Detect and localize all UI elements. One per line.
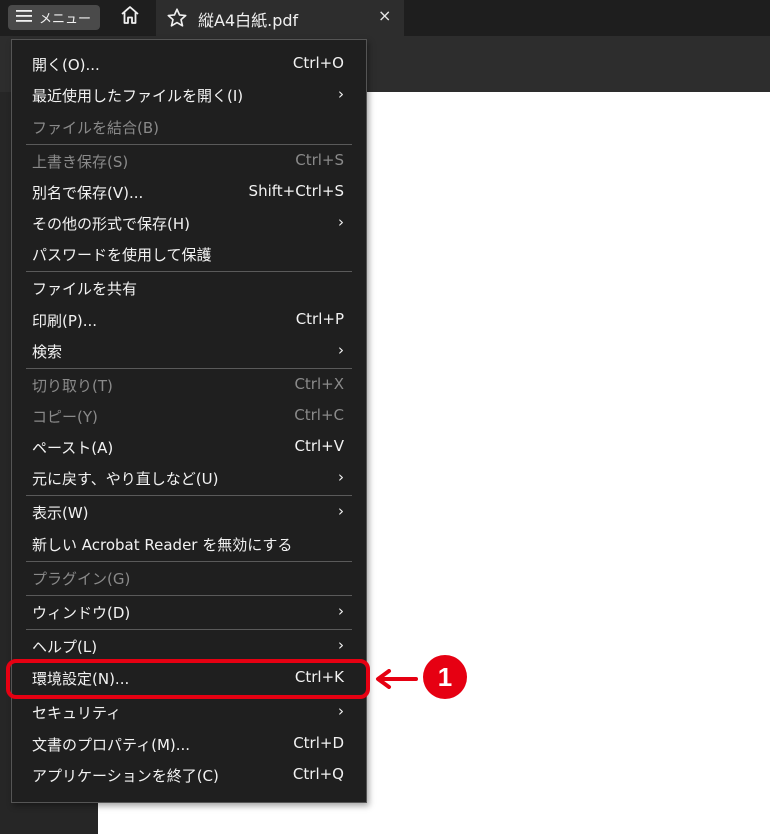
menu-item-exit-application[interactable]: アプリケーションを終了(C) Ctrl+Q bbox=[12, 760, 366, 790]
menu-item-password-protect[interactable]: パスワードを使用して保護 bbox=[12, 239, 366, 269]
menu-item-recent-files[interactable]: 最近使用したファイルを開く(I) › bbox=[12, 80, 366, 110]
preferences-highlight-box bbox=[6, 659, 370, 699]
menu-item-share-file[interactable]: ファイルを共有 bbox=[12, 273, 366, 303]
menu-button-label: メニュー bbox=[39, 12, 92, 27]
menu-item-plugins[interactable]: プラグイン(G) bbox=[12, 563, 366, 593]
menu-item-shortcut: Ctrl+S bbox=[295, 151, 344, 169]
home-icon bbox=[119, 4, 141, 30]
close-icon[interactable]: × bbox=[378, 6, 391, 25]
tab-title: 縦A4白紙.pdf bbox=[198, 11, 299, 30]
menu-separator bbox=[26, 144, 352, 145]
menu-item-paste[interactable]: ペースト(A) Ctrl+V bbox=[12, 432, 366, 462]
menu-item-view[interactable]: 表示(W) › bbox=[12, 497, 366, 527]
menu-item-label: 切り取り(T) bbox=[32, 377, 113, 395]
menu-item-help[interactable]: ヘルプ(L) › bbox=[12, 631, 366, 661]
menu-item-label: 表示(W) bbox=[32, 504, 89, 522]
menu-item-undo-redo[interactable]: 元に戻す、やり直しなど(U) › bbox=[12, 463, 366, 493]
menu-item-open[interactable]: 開く(O)... Ctrl+O bbox=[12, 49, 366, 79]
menu-item-label: 別名で保存(V)... bbox=[32, 184, 144, 202]
menu-item-label: 開く(O)... bbox=[32, 56, 100, 74]
menu-item-shortcut: Ctrl+V bbox=[294, 437, 344, 455]
menu-item-label: 検索 bbox=[32, 343, 63, 361]
menu-item-label: ウィンドウ(D) bbox=[32, 604, 131, 622]
arrow-left-icon bbox=[374, 669, 418, 693]
menu-item-label: ヘルプ(L) bbox=[32, 638, 98, 656]
menu-item-label: セキュリティ bbox=[32, 704, 122, 722]
menu-item-shortcut: Ctrl+D bbox=[293, 734, 344, 752]
menu-separator bbox=[26, 368, 352, 369]
menu-item-shortcut: Shift+Ctrl+S bbox=[248, 182, 344, 200]
menu-item-combine-files[interactable]: ファイルを結合(B) bbox=[12, 112, 366, 142]
home-button[interactable] bbox=[117, 4, 143, 30]
menu-separator bbox=[26, 629, 352, 630]
menu-item-label: 新しい Acrobat Reader を無効にする bbox=[32, 536, 293, 554]
menu-item-shortcut: Ctrl+C bbox=[294, 406, 344, 424]
menu-separator bbox=[26, 561, 352, 562]
chevron-right-icon: › bbox=[338, 502, 344, 520]
menu-item-copy[interactable]: コピー(Y) Ctrl+C bbox=[12, 401, 366, 431]
chevron-right-icon: › bbox=[338, 636, 344, 654]
menu-separator bbox=[26, 271, 352, 272]
menu-item-label: プラグイン(G) bbox=[32, 570, 131, 588]
menu-item-save-as-other[interactable]: その他の形式で保存(H) › bbox=[12, 208, 366, 238]
menu-item-window[interactable]: ウィンドウ(D) › bbox=[12, 597, 366, 627]
menu-item-label: 元に戻す、やり直しなど(U) bbox=[32, 470, 219, 488]
chevron-right-icon: › bbox=[338, 341, 344, 359]
menu-item-security[interactable]: セキュリティ › bbox=[12, 697, 366, 727]
step-number-badge: 1 bbox=[423, 655, 467, 699]
menu-item-label: 最近使用したファイルを開く(I) bbox=[32, 87, 244, 105]
menu-item-label: 上書き保存(S) bbox=[32, 153, 129, 171]
document-tab[interactable]: 縦A4白紙.pdf × bbox=[156, 0, 404, 36]
chevron-right-icon: › bbox=[338, 702, 344, 720]
menu-item-label: 印刷(P)... bbox=[32, 312, 98, 330]
top-bar: メニュー 縦A4白紙.pdf × bbox=[0, 0, 770, 36]
hamburger-icon bbox=[16, 8, 32, 27]
menu-item-cut[interactable]: 切り取り(T) Ctrl+X bbox=[12, 370, 366, 400]
chevron-right-icon: › bbox=[338, 602, 344, 620]
chevron-right-icon: › bbox=[338, 468, 344, 486]
menu-item-label: パスワードを使用して保護 bbox=[32, 246, 212, 264]
menu-item-save-as[interactable]: 別名で保存(V)... Shift+Ctrl+S bbox=[12, 177, 366, 207]
menu-separator bbox=[26, 495, 352, 496]
menu-separator bbox=[26, 595, 352, 596]
menu-item-shortcut: Ctrl+Q bbox=[292, 765, 344, 783]
menu-item-shortcut: Ctrl+O bbox=[292, 54, 344, 72]
menu-item-document-properties[interactable]: 文書のプロパティ(M)... Ctrl+D bbox=[12, 729, 366, 759]
menu-item-shortcut: Ctrl+P bbox=[295, 310, 344, 328]
menu-item-shortcut: Ctrl+X bbox=[294, 375, 344, 393]
menu-item-label: その他の形式で保存(H) bbox=[32, 215, 190, 233]
star-icon[interactable] bbox=[166, 7, 188, 33]
menu-item-label: 文書のプロパティ(M)... bbox=[32, 736, 191, 754]
menu-item-save[interactable]: 上書き保存(S) Ctrl+S bbox=[12, 146, 366, 176]
menu-item-label: コピー(Y) bbox=[32, 408, 98, 426]
menu-item-label: ペースト(A) bbox=[32, 439, 114, 457]
menu-item-label: ファイルを共有 bbox=[32, 280, 138, 298]
menu-button[interactable]: メニュー bbox=[8, 5, 100, 30]
menu-item-label: ファイルを結合(B) bbox=[32, 119, 159, 137]
menu-item-search[interactable]: 検索 › bbox=[12, 336, 366, 366]
menu-item-disable-new-reader[interactable]: 新しい Acrobat Reader を無効にする bbox=[12, 529, 366, 559]
menu-item-print[interactable]: 印刷(P)... Ctrl+P bbox=[12, 305, 366, 335]
chevron-right-icon: › bbox=[338, 85, 344, 103]
menu-item-label: アプリケーションを終了(C) bbox=[32, 767, 219, 785]
chevron-right-icon: › bbox=[338, 213, 344, 231]
